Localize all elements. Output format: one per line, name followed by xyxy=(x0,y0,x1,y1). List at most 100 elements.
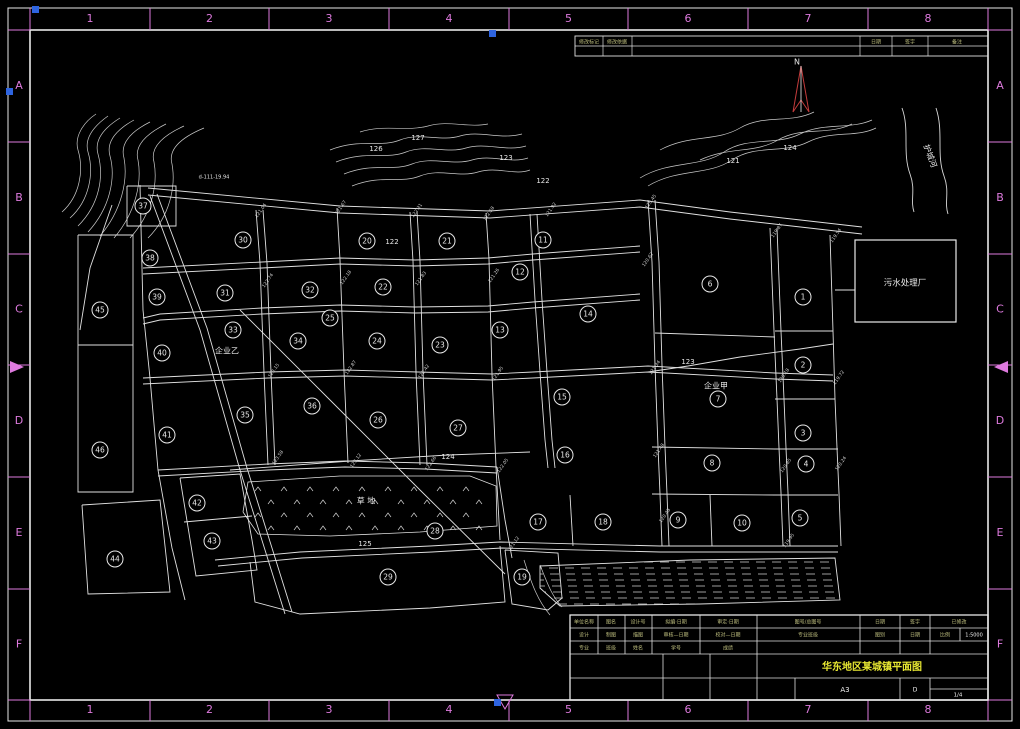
contour-line xyxy=(359,123,489,133)
contour-line xyxy=(699,123,853,161)
map-label: 121 xyxy=(726,157,739,165)
grass-symbol xyxy=(319,499,327,505)
road-line xyxy=(142,251,641,275)
parcel-number: 32 xyxy=(305,286,315,295)
road-line xyxy=(536,213,556,469)
parcel-number: 30 xyxy=(238,236,248,245)
parcel-number: 45 xyxy=(95,306,105,315)
road-line xyxy=(142,245,641,269)
grass-symbol xyxy=(397,525,405,531)
parcel-number: 25 xyxy=(325,314,335,323)
grid-letter-left: F xyxy=(16,638,22,651)
grass-symbol xyxy=(306,486,314,492)
title-block-label: 日期 xyxy=(910,633,920,639)
grid-letter-right: E xyxy=(997,526,1004,539)
road-line xyxy=(249,545,506,615)
title-block-label: 姓名 xyxy=(633,645,643,652)
revision-label: 修改标记 xyxy=(579,39,599,46)
parcel-number: 27 xyxy=(453,424,463,433)
map-label: d-111-19.94 xyxy=(199,175,230,181)
contour-line xyxy=(69,115,109,219)
grass-symbol xyxy=(319,525,327,531)
grass-symbol xyxy=(280,512,288,518)
grid-letter-left: C xyxy=(15,303,23,316)
parcel-number: 29 xyxy=(383,573,393,582)
grid-number-top: 7 xyxy=(805,12,812,25)
road-line xyxy=(156,193,293,613)
parcel-number: 28 xyxy=(430,527,440,536)
cad-drawing-sheet: 草 地污水处理厂 1 2 3 4 5 6 7 8 9 10 11 12 13 14 15 16 17 18 19 20 2… xyxy=(0,0,1020,729)
revision-label: 日期 xyxy=(871,40,881,46)
moat-river-line xyxy=(901,107,915,213)
spot-elevation: 122.58 xyxy=(482,205,496,222)
parcel-number: 10 xyxy=(737,519,747,528)
map-label: 123 xyxy=(499,154,512,162)
parcel-number: 14 xyxy=(583,310,593,319)
road-line xyxy=(776,227,791,547)
grid-number-top: 8 xyxy=(925,12,932,25)
parcel-number: 12 xyxy=(515,268,525,277)
road-line xyxy=(217,547,838,567)
grass-symbol xyxy=(358,486,366,492)
map-label: 企业乙 xyxy=(215,346,239,356)
parcel-number: 40 xyxy=(157,349,167,358)
grass-symbol xyxy=(423,499,431,505)
parcel-number: 42 xyxy=(192,499,202,508)
parcel-number: 4 xyxy=(804,460,809,469)
parcel-number: 1 xyxy=(801,293,806,302)
title-block-label: 图别 xyxy=(875,632,885,639)
spot-elevation: 119.54 xyxy=(829,227,843,244)
title-block-label: 审定·日期 xyxy=(717,619,739,626)
parcel-number: 2 xyxy=(801,361,806,370)
centering-mark-left xyxy=(10,361,24,373)
parcel-number: 5 xyxy=(798,514,803,523)
title-block-label: 已修改 xyxy=(951,619,966,626)
grid-number-top: 6 xyxy=(685,12,692,25)
grid-number-top: 5 xyxy=(565,12,572,25)
parcel-number: 34 xyxy=(293,337,303,346)
grass-symbol xyxy=(397,499,405,505)
cad-canvas: 草 地污水处理厂123456789 1011121314151617 181920 2… xyxy=(6,6,1013,722)
parcel-number: 20 xyxy=(362,237,372,246)
river-hatch-group xyxy=(540,561,840,605)
grid-number-bottom: 5 xyxy=(565,703,572,716)
spot-elevation: 120.45 xyxy=(644,193,658,210)
grid-number-top: 1 xyxy=(87,12,94,25)
contour-line xyxy=(335,145,527,163)
parcel-number: 35 xyxy=(240,411,250,420)
drawing-frame xyxy=(29,29,989,701)
road-line xyxy=(336,207,349,464)
grass-symbol xyxy=(280,486,288,492)
parcel-number: 41 xyxy=(162,431,172,440)
road-line xyxy=(654,332,776,338)
parcel-number: 6 xyxy=(708,280,713,289)
grass-symbol xyxy=(254,512,262,518)
title-block-label: 制图 xyxy=(606,632,616,639)
title-block-label: 单位名称 xyxy=(574,619,594,626)
title-block-label: 日期 xyxy=(875,620,885,626)
grass-symbol xyxy=(293,525,301,531)
grass-symbol xyxy=(436,486,444,492)
parcel-number: 22 xyxy=(378,283,388,292)
road-line xyxy=(149,195,286,615)
road-line xyxy=(142,299,641,325)
contour-line xyxy=(647,127,877,187)
grid-letter-right: F xyxy=(997,638,1003,651)
parcel-number: 44 xyxy=(110,555,120,564)
parcel-number: 38 xyxy=(145,254,155,263)
grass-symbol xyxy=(332,512,340,518)
title-block-label: 班级 xyxy=(606,645,616,652)
title-block-label: 设计号 xyxy=(630,619,645,626)
contour-line xyxy=(77,117,121,227)
map-label: 125 xyxy=(358,540,371,548)
grip-handle xyxy=(6,88,13,95)
grass-symbol xyxy=(345,525,353,531)
map-label: 122 xyxy=(385,238,398,246)
road-line xyxy=(709,494,713,547)
road-line xyxy=(147,187,863,228)
contour-line xyxy=(113,123,167,239)
grid-letter-right: B xyxy=(996,191,1004,204)
paper-size: A3 xyxy=(840,686,849,694)
spot-elevation: 121.92 xyxy=(544,201,558,218)
sheet-number: 1/4 xyxy=(954,693,963,699)
